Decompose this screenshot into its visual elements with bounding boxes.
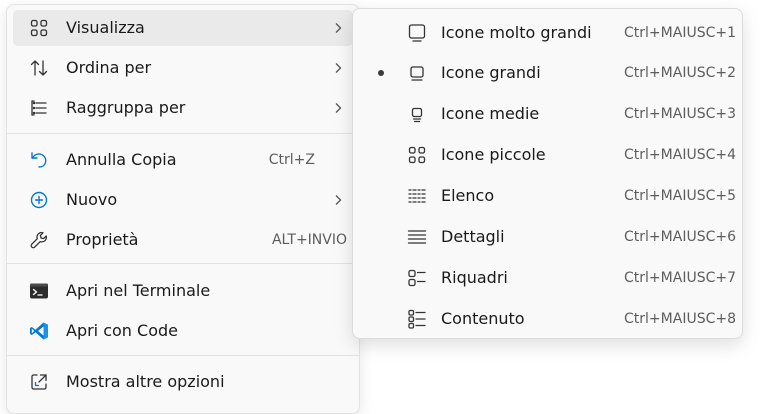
menu-item-label: Mostra altre opzioni (66, 372, 225, 391)
menu-item-apri-terminale[interactable]: Apri nel Terminale (13, 273, 353, 309)
shortcut-text: Ctrl+MAIUSC+7 (624, 270, 736, 286)
chevron-right-icon (331, 193, 345, 207)
details-lines-icon (407, 227, 427, 247)
submenu-item-icone-piccole[interactable]: Icone piccole Ctrl+MAIUSC+4 (359, 137, 736, 173)
submenu-item-icone-medie[interactable]: Icone medie Ctrl+MAIUSC+3 (359, 96, 736, 132)
grid-four-icon (29, 18, 49, 38)
selected-bullet-icon (378, 70, 384, 76)
group-list-icon (29, 98, 49, 118)
submenu-item-label: Icone grandi (441, 63, 541, 82)
shortcut-text: Ctrl+MAIUSC+8 (624, 311, 736, 327)
menu-separator (7, 355, 359, 356)
menu-item-label: Proprietà (66, 230, 139, 249)
menu-item-visualizza[interactable]: Visualizza (13, 10, 353, 46)
submenu-item-icone-molto-grandi[interactable]: Icone molto grandi Ctrl+MAIUSC+1 (359, 15, 736, 51)
menu-item-annulla-copia[interactable]: Annulla Copia Ctrl+Z (13, 142, 353, 178)
list-columns-icon (407, 186, 427, 206)
shortcut-text: Ctrl+MAIUSC+3 (624, 106, 736, 122)
menu-item-label: Nuovo (66, 190, 118, 209)
submenu-item-dettagli[interactable]: Dettagli Ctrl+MAIUSC+6 (359, 219, 736, 255)
submenu-item-contenuto[interactable]: Contenuto Ctrl+MAIUSC+8 (359, 301, 736, 337)
shortcut-text: ALT+INVIO (271, 232, 347, 248)
chevron-right-icon (331, 61, 345, 75)
monitor-extra-large-icon (407, 23, 427, 43)
menu-item-label: Ordina per (66, 58, 152, 77)
menu-separator (7, 263, 359, 264)
shortcut-text: Ctrl+MAIUSC+6 (624, 229, 736, 245)
submenu-item-label: Icone medie (441, 104, 540, 123)
menu-item-label: Apri nel Terminale (66, 281, 211, 300)
small-icons-grid-icon (407, 145, 427, 165)
menu-item-label: Apri con Code (66, 321, 178, 340)
submenu-item-label: Icone piccole (441, 145, 546, 164)
shortcut-text: Ctrl+MAIUSC+5 (624, 188, 736, 204)
tiles-icon (407, 268, 427, 288)
submenu-item-label: Icone molto grandi (441, 23, 592, 42)
menu-item-raggruppa-per[interactable]: Raggruppa per (13, 90, 353, 126)
shortcut-text: Ctrl+MAIUSC+2 (624, 65, 736, 81)
submenu-item-label: Riquadri (441, 268, 508, 287)
shortcut-text: Ctrl+Z (268, 152, 315, 168)
menu-separator (7, 133, 359, 134)
menu-item-label: Annulla Copia (66, 150, 177, 169)
sort-arrows-icon (29, 58, 49, 78)
menu-item-label: Visualizza (66, 18, 145, 37)
menu-item-mostra-altre-opzioni[interactable]: Mostra altre opzioni (13, 364, 353, 400)
undo-icon (29, 150, 49, 170)
chevron-right-icon (331, 21, 345, 35)
submenu-item-icone-grandi[interactable]: Icone grandi Ctrl+MAIUSC+2 (359, 55, 736, 91)
content-list-icon (407, 309, 427, 329)
shortcut-text: Ctrl+MAIUSC+1 (624, 25, 736, 41)
wrench-icon (29, 230, 49, 250)
menu-item-ordina-per[interactable]: Ordina per (13, 50, 353, 86)
submenu-item-label: Dettagli (441, 227, 505, 246)
vscode-icon (29, 321, 49, 341)
chevron-right-icon (331, 101, 345, 115)
menu-item-label: Raggruppa per (66, 98, 186, 117)
monitor-medium-icon (407, 104, 427, 124)
menu-item-proprieta[interactable]: Proprietà ALT+INVIO (13, 222, 353, 258)
menu-item-apri-code[interactable]: Apri con Code (13, 313, 353, 349)
submenu-item-riquadri[interactable]: Riquadri Ctrl+MAIUSC+7 (359, 260, 736, 296)
terminal-icon (29, 281, 49, 301)
new-plus-circle-icon (29, 190, 49, 210)
submenu-item-elenco[interactable]: Elenco Ctrl+MAIUSC+5 (359, 178, 736, 214)
submenu-item-label: Elenco (441, 186, 495, 205)
menu-item-nuovo[interactable]: Nuovo (13, 182, 353, 218)
monitor-large-icon (407, 63, 427, 83)
view-submenu: Icone molto grandi Ctrl+MAIUSC+1 Icone g… (352, 8, 743, 339)
submenu-item-label: Contenuto (441, 309, 525, 328)
context-menu: Visualizza Ordina per Raggruppa per Annu… (6, 4, 360, 414)
shortcut-text: Ctrl+MAIUSC+4 (624, 147, 736, 163)
share-external-icon (29, 372, 49, 392)
